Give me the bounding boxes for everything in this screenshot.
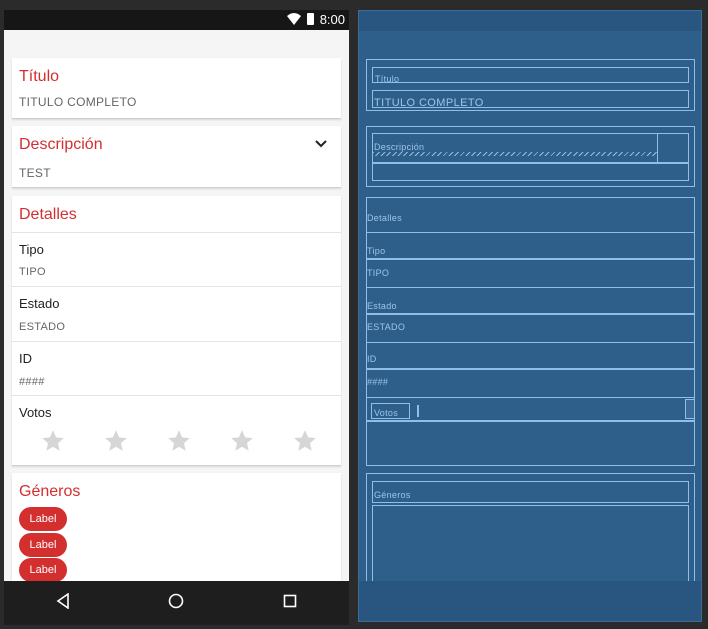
blueprint-titulo-value: TITULO COMPLETO	[374, 97, 484, 109]
blueprint-votos-box	[366, 397, 695, 421]
blueprint-status-strip	[359, 11, 701, 31]
blueprint-generos-heading: Géneros	[374, 490, 411, 500]
blueprint-scroll-marker	[685, 399, 695, 419]
blueprint-titulo-heading: Título	[375, 74, 400, 84]
chevron-down-icon[interactable]	[315, 140, 327, 148]
divider	[12, 232, 341, 233]
divider	[12, 286, 341, 287]
tipo-label: Tipo	[19, 242, 44, 257]
generos-card: Géneros Label Label Label	[12, 473, 341, 581]
blueprint-votos-label: Votos	[374, 408, 399, 418]
generos-heading: Géneros	[19, 483, 81, 500]
home-circle-icon[interactable]	[168, 593, 184, 609]
blueprint-id-value: ####	[367, 377, 389, 387]
status-bar: 8:00	[4, 10, 349, 30]
blueprint-estado-box	[366, 287, 695, 343]
divider	[12, 395, 341, 396]
blueprint-detalles-heading: Detalles	[367, 213, 402, 223]
descripcion-heading: Descripción	[19, 136, 103, 153]
blueprint-warning-underline	[373, 152, 657, 156]
blueprint-line	[366, 368, 695, 370]
star-icon[interactable]	[292, 428, 318, 454]
blueprint-chevron-box	[657, 133, 689, 163]
genre-chip[interactable]: Label	[19, 507, 67, 531]
design-preview: 8:00 Título TITULO COMPLETO Descripción …	[4, 10, 349, 625]
blueprint-tipo-value: TIPO	[367, 268, 390, 278]
blueprint-line	[366, 258, 695, 260]
blueprint-id-label: ID	[367, 354, 377, 364]
blueprint-titulo-heading-box	[372, 67, 689, 83]
blueprint-estado-label: Estado	[367, 301, 397, 311]
titulo-card: Título TITULO COMPLETO	[12, 58, 341, 119]
blueprint-estado-value: ESTADO	[367, 322, 406, 332]
screen-content: Título TITULO COMPLETO Descripción TEST …	[4, 30, 349, 581]
star-icon[interactable]	[229, 428, 255, 454]
titulo-heading: Título	[19, 68, 60, 85]
blueprint-tipo-label: Tipo	[367, 246, 386, 256]
titulo-value[interactable]: TITULO COMPLETO	[19, 95, 137, 109]
back-triangle-icon[interactable]	[56, 593, 70, 609]
blueprint-generos-heading-box	[372, 481, 689, 503]
divider	[12, 341, 341, 342]
estado-value[interactable]: ESTADO	[19, 321, 65, 333]
star-icon[interactable]	[166, 428, 192, 454]
wifi-icon	[287, 13, 301, 25]
estado-label: Estado	[19, 296, 60, 311]
blueprint-preview: Título TITULO COMPLETO Descripción Detal…	[358, 10, 702, 622]
navigation-bar	[4, 581, 349, 625]
blueprint-line	[366, 313, 695, 315]
blueprint-id-box	[366, 342, 695, 398]
descripcion-value: TEST	[19, 166, 51, 180]
genre-chip[interactable]: Label	[19, 533, 67, 557]
status-time: 8:00	[319, 12, 345, 27]
blueprint-descripcion-value-box	[372, 163, 689, 181]
votos-label: Votos	[19, 405, 52, 420]
star-icon[interactable]	[103, 428, 129, 454]
detalles-card: Detalles Tipo TIPO Estado ESTADO ID ####…	[12, 196, 341, 466]
recents-square-icon[interactable]	[283, 594, 297, 608]
star-icon[interactable]	[40, 428, 66, 454]
tipo-value[interactable]: TIPO	[19, 266, 46, 278]
id-label: ID	[19, 351, 32, 366]
blueprint-rating-box	[366, 421, 695, 466]
blueprint-descripcion-heading: Descripción	[374, 142, 425, 152]
blueprint-tipo-box	[366, 232, 695, 288]
blueprint-nav-strip	[359, 581, 701, 621]
id-value[interactable]: ####	[19, 376, 45, 388]
genre-chip[interactable]: Label	[19, 558, 67, 581]
battery-icon	[307, 13, 314, 25]
blueprint-line	[417, 405, 419, 417]
detalles-heading: Detalles	[19, 206, 77, 223]
descripcion-card[interactable]: Descripción TEST	[12, 126, 341, 188]
